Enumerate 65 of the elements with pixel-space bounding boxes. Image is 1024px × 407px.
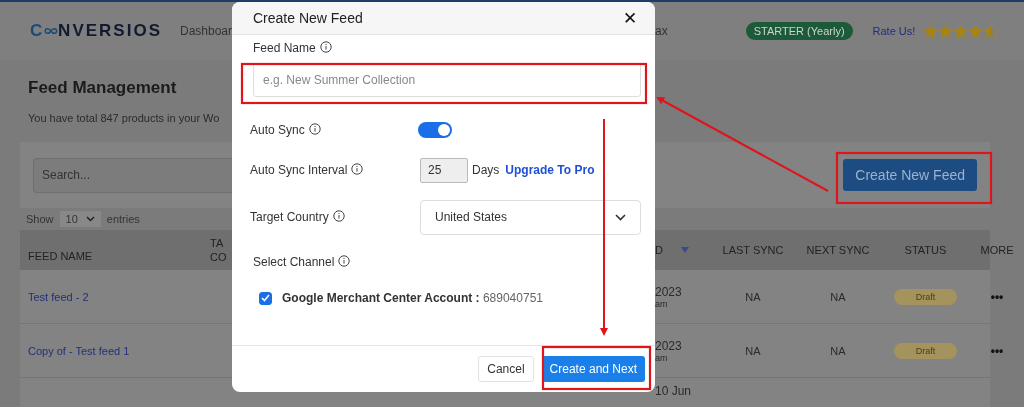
field-label: Auto Sync bbox=[250, 123, 305, 137]
feed-name-field[interactable]: e.g. New Summer Collection bbox=[253, 63, 641, 97]
more-button[interactable]: ••• bbox=[990, 343, 1004, 358]
column-header: MORE bbox=[979, 244, 1015, 256]
more-button[interactable]: ••• bbox=[990, 289, 1004, 304]
logo-icon bbox=[44, 25, 59, 37]
info-icon bbox=[332, 210, 345, 222]
star-icon bbox=[953, 23, 969, 39]
checkbox[interactable] bbox=[259, 291, 272, 305]
search-field[interactable]: Search... bbox=[33, 157, 232, 193]
created-date: 2023 bbox=[655, 338, 682, 353]
feed-name-link[interactable]: Copy of - Test feed 1 bbox=[28, 344, 130, 357]
nav-link[interactable]: Dashboar bbox=[179, 24, 232, 38]
star-icon bbox=[983, 23, 999, 39]
chevron-icon bbox=[85, 216, 95, 222]
column-header: NEXT SYNC bbox=[805, 244, 871, 256]
page-title: Feed Management bbox=[28, 78, 177, 99]
last-sync-cell: NA bbox=[745, 344, 761, 357]
info-icon bbox=[308, 123, 321, 135]
interval-field[interactable]: 25 bbox=[420, 157, 468, 183]
info-icon bbox=[338, 255, 351, 267]
upgrade-link[interactable]: Upgrade To Pro bbox=[505, 163, 595, 177]
star-icon bbox=[923, 23, 939, 39]
created-date: 10 Jun bbox=[655, 384, 692, 398]
next-sync-cell: NA bbox=[830, 344, 846, 357]
last-sync-cell: NA bbox=[745, 290, 761, 303]
modal-title: Create New Feed bbox=[253, 10, 363, 26]
logo-text: C bbox=[30, 21, 45, 41]
feed-name-link[interactable]: Test feed - 2 bbox=[28, 290, 89, 303]
plan-badge: STARTER (Yearly) bbox=[745, 22, 853, 40]
close-button[interactable]: ✕ bbox=[623, 9, 637, 27]
country-select[interactable]: United States bbox=[420, 199, 641, 235]
status-badge: Draft bbox=[893, 288, 958, 305]
field-label: Feed Name bbox=[253, 41, 316, 55]
column-header: LAST SYNC bbox=[721, 244, 785, 256]
field-label: Auto Sync Interval bbox=[250, 163, 348, 177]
create-next-button[interactable]: Create and Next bbox=[541, 356, 645, 382]
show-label: Show bbox=[26, 213, 54, 225]
entries-label: entries bbox=[106, 213, 140, 225]
nav-link[interactable]: ax bbox=[655, 24, 668, 38]
info-icon bbox=[351, 163, 364, 175]
rate-us-link[interactable]: Rate Us! bbox=[872, 25, 916, 37]
column-header: D bbox=[655, 244, 663, 256]
created-time: am bbox=[655, 352, 668, 363]
status-badge: Draft bbox=[893, 342, 958, 359]
cancel-button[interactable]: Cancel bbox=[478, 356, 534, 382]
page-subtitle: You have total 847 products in your Wo bbox=[28, 112, 220, 126]
info-icon bbox=[319, 41, 332, 53]
created-time: am bbox=[655, 298, 668, 309]
column-header: STATUS bbox=[903, 244, 948, 256]
next-sync-cell: NA bbox=[830, 290, 846, 303]
channel-label: Google Merchant Center Account : 689040751 bbox=[282, 291, 543, 305]
logo-text: NVERSIOS bbox=[58, 21, 162, 41]
created-date: 2023 bbox=[655, 284, 682, 299]
star-icon bbox=[968, 23, 984, 39]
create-feed-button[interactable]: Create New Feed bbox=[843, 159, 977, 191]
page-size-select[interactable]: 10 bbox=[59, 211, 101, 227]
star-icon bbox=[938, 23, 954, 39]
auto-sync-toggle[interactable] bbox=[418, 122, 452, 138]
field-label: Target Country bbox=[250, 210, 329, 224]
days-label: Days bbox=[472, 163, 500, 177]
chevron-icon bbox=[615, 213, 626, 221]
column-header: TA CO bbox=[210, 236, 228, 264]
column-header: FEED NAME bbox=[28, 250, 93, 262]
field-label: Select Channel bbox=[253, 255, 335, 269]
